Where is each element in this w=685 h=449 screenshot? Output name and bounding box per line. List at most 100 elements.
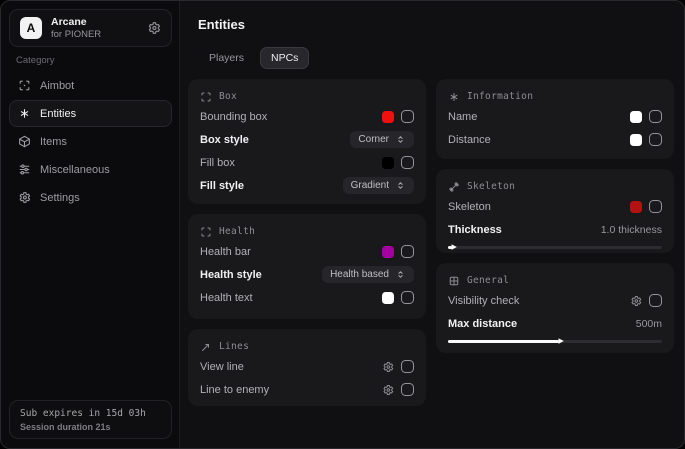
health-card: Health Health bar Health style Health ba… [188,214,426,319]
card-title: General [467,275,509,286]
sidebar-item-aimbot[interactable]: Aimbot [9,72,172,99]
sidebar-item-entities[interactable]: Entities [9,100,172,127]
setting-label: Skeleton [448,201,491,213]
setting-label: Fill style [200,180,244,192]
information-card: Information Name Distance [436,79,674,159]
dropdown-value: Health based [330,269,389,280]
card-title: Information [467,91,533,102]
sidebar-item-label: Items [40,136,67,148]
gear-icon[interactable] [382,384,394,396]
thickness-slider[interactable] [448,242,662,252]
card-title: Box [219,91,237,102]
starburst-icon [448,91,460,103]
setting-row: Skeleton [448,195,662,218]
setting-label: Health bar [200,246,251,258]
entity-tabs: Players NPCs [198,47,309,69]
line-arrow-icon [200,341,212,353]
lines-card: Lines View line Line to enemy [188,329,426,406]
logo-card: A Arcane for PIONER [9,9,172,47]
sidebar-item-miscellaneous[interactable]: Miscellaneous [9,156,172,183]
setting-label: Health text [200,292,253,304]
checkbox[interactable] [649,133,662,146]
app-name: Arcane [51,16,138,29]
setting-label: Max distance [448,318,517,330]
category-label: Category [16,55,55,66]
checkbox[interactable] [401,245,414,258]
sidebar-item-settings[interactable]: Settings [9,184,172,211]
app-subtitle: for PIONER [51,29,138,41]
setting-row: Line to enemy [200,378,414,401]
checkbox[interactable] [401,383,414,396]
box-style-dropdown[interactable]: Corner [350,131,414,148]
setting-label: Fill box [200,157,235,169]
checkbox[interactable] [401,110,414,123]
sidebar-item-items[interactable]: Items [9,128,172,155]
checkbox[interactable] [401,156,414,169]
sub-expires-text: Sub expires in 15d 03h [20,408,161,419]
setting-label: Name [448,111,477,123]
gear-icon[interactable] [630,295,642,307]
setting-row: Bounding box [200,105,414,128]
setting-label: View line [200,361,244,373]
grid-icon [448,275,460,287]
sidebar-item-label: Aimbot [40,80,74,92]
slider-handle[interactable] [449,242,459,252]
checkbox[interactable] [649,110,662,123]
checkbox[interactable] [401,291,414,304]
color-swatch[interactable] [382,246,394,258]
max-distance-slider[interactable] [448,336,662,346]
unfold-icon [395,180,406,191]
color-swatch[interactable] [630,134,642,146]
setting-row: View line [200,355,414,378]
app-logo: A [20,17,42,39]
checkbox[interactable] [649,200,662,213]
checkbox[interactable] [649,294,662,307]
bone-icon [448,181,460,193]
card-title: Skeleton [467,181,515,192]
setting-row: Box style Corner [200,128,414,151]
card-title: Health [219,226,255,237]
setting-label: Distance [448,134,491,146]
color-swatch[interactable] [630,201,642,213]
setting-label: Line to enemy [200,384,269,396]
setting-row: Name [448,105,662,128]
color-swatch[interactable] [382,157,394,169]
box-card: Box Bounding box Box style Corner [188,79,426,204]
crosshair-icon [18,79,31,92]
left-column: Box Bounding box Box style Corner [188,79,426,406]
setting-label: Visibility check [448,295,519,307]
setting-row: Health bar [200,240,414,263]
slider-label-row: Thickness 1.0 thickness [448,218,662,241]
setting-row: Visibility check [448,289,662,312]
health-style-dropdown[interactable]: Health based [322,266,414,283]
tab-players[interactable]: Players [198,47,255,69]
general-card: General Visibility check Max distance 50… [436,263,674,353]
color-swatch[interactable] [382,292,394,304]
checkbox[interactable] [401,360,414,373]
setting-row: Health text [200,286,414,309]
card-title: Lines [219,341,249,352]
color-swatch[interactable] [630,111,642,123]
sidebar-nav: Aimbot Entities Items Miscellaneous Sett… [9,72,172,211]
fill-style-dropdown[interactable]: Gradient [343,177,414,194]
sidebar-item-label: Settings [40,192,80,204]
setting-row: Distance [448,128,662,151]
color-swatch[interactable] [382,111,394,123]
settings-gear-icon[interactable] [147,21,161,35]
slider-label-row: Max distance 500m [448,312,662,335]
slider-handle[interactable] [556,336,566,346]
setting-label: Health style [200,269,262,281]
setting-row: Fill box [200,151,414,174]
tab-npcs[interactable]: NPCs [260,47,309,69]
sidebar-item-label: Entities [40,108,76,120]
setting-label: Thickness [448,224,502,236]
gear-icon [18,191,31,204]
gear-icon[interactable] [382,361,394,373]
scan-icon [200,91,212,103]
setting-label: Box style [200,134,249,146]
dropdown-value: Corner [358,134,389,145]
sidebar: A Arcane for PIONER Category Aimbot Enti… [1,1,180,448]
slider-value: 1.0 thickness [601,224,662,236]
right-column: Information Name Distance [436,79,674,353]
scan-icon [200,226,212,238]
